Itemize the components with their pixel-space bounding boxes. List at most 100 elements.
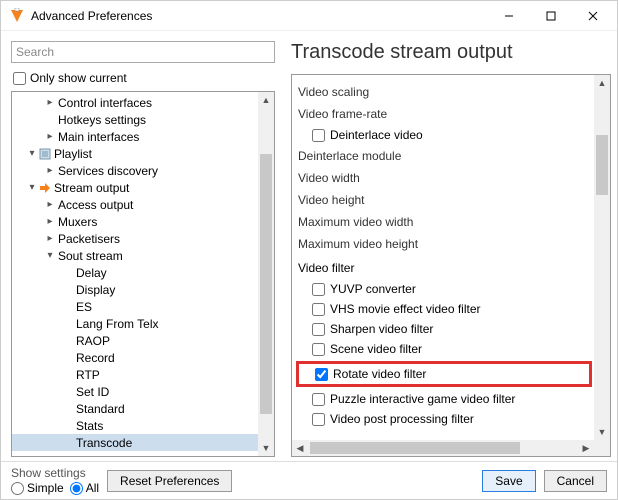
tree-item[interactable]: ES	[12, 298, 274, 315]
only-show-current-checkbox[interactable]	[13, 72, 26, 85]
tree-item-label: RTP	[74, 368, 100, 382]
show-settings-label: Show settings	[11, 466, 99, 480]
titlebar: Advanced Preferences	[1, 1, 617, 31]
option-checkbox-label: Video post processing filter	[330, 412, 474, 426]
option-group-label: Video filter	[296, 257, 592, 279]
minimize-button[interactable]	[491, 1, 533, 31]
tree-item[interactable]: ▸Muxers	[12, 213, 274, 230]
tree-item[interactable]: RTP	[12, 366, 274, 383]
tree-item-label: Main interfaces	[56, 130, 139, 144]
chevron-right-icon: ▸	[44, 165, 56, 176]
tree-item-label: ES	[74, 300, 92, 314]
option-checkbox[interactable]	[312, 343, 325, 356]
window-title: Advanced Preferences	[31, 9, 491, 23]
radio-all[interactable]: All	[70, 481, 99, 495]
panel-scrollbar-v[interactable]: ▲ ▼	[594, 75, 610, 456]
chevron-down-icon: ▾	[44, 250, 56, 261]
tree-item[interactable]: Delay	[12, 264, 274, 281]
option-checkbox-row[interactable]: YUVP converter	[296, 279, 592, 299]
reset-preferences-button[interactable]: Reset Preferences	[107, 470, 232, 492]
option-label: Deinterlace module	[296, 145, 592, 167]
tree-item[interactable]: Set ID	[12, 383, 274, 400]
options-panel: Video scalingVideo frame-rateDeinterlace…	[292, 75, 610, 456]
tree-item-label: Packetisers	[56, 232, 120, 246]
tree-item-label: Services discovery	[56, 164, 158, 178]
panel-scrollbar-h[interactable]: ◀ ▶	[292, 440, 594, 456]
option-label: Video width	[296, 167, 592, 189]
option-label: Maximum video height	[296, 233, 592, 255]
chevron-right-icon: ▸	[44, 131, 56, 142]
chevron-down-icon: ▾	[26, 148, 38, 159]
tree-scrollbar-v[interactable]: ▲ ▼	[258, 92, 274, 456]
preferences-tree[interactable]: ▸Control interfacesHotkeys settings▸Main…	[12, 92, 274, 456]
footer: Show settings Simple All Reset Preferenc…	[1, 461, 617, 499]
tree-item[interactable]: ▾Stream output	[12, 179, 274, 196]
tree-item[interactable]: Stats	[12, 417, 274, 434]
app-icon	[9, 8, 25, 24]
option-label: Video scaling	[296, 81, 592, 103]
tree-item[interactable]: Record	[12, 349, 274, 366]
chevron-right-icon: ▸	[44, 233, 56, 244]
tree-item-label: Muxers	[56, 215, 97, 229]
tree-item-label: Sout stream	[56, 249, 123, 263]
tree-item-label: Control interfaces	[56, 96, 152, 110]
option-checkbox-label: Sharpen video filter	[330, 322, 433, 336]
option-checkbox[interactable]	[315, 368, 328, 381]
tree-item[interactable]: Display	[12, 281, 274, 298]
close-button[interactable]	[575, 1, 617, 31]
tree-item-label: Access output	[56, 198, 133, 212]
tree-item-label: Stats	[74, 419, 103, 433]
stream-icon	[38, 182, 52, 194]
option-checkbox-row[interactable]: VHS movie effect video filter	[296, 299, 592, 319]
option-checkbox[interactable]	[312, 129, 325, 142]
chevron-right-icon: ▸	[44, 97, 56, 108]
tree-item-label: Hotkeys settings	[56, 113, 146, 127]
tree-item[interactable]: RAOP	[12, 332, 274, 349]
tree-item-label: RAOP	[74, 334, 110, 348]
option-checkbox-label: Puzzle interactive game video filter	[330, 392, 515, 406]
option-checkbox-row[interactable]: Rotate video filter	[299, 364, 589, 384]
search-input[interactable]: Search	[11, 41, 275, 63]
option-checkbox-row[interactable]: Scene video filter	[296, 339, 592, 359]
tree-item[interactable]: Standard	[12, 400, 274, 417]
option-checkbox-label: Rotate video filter	[333, 367, 426, 381]
tree-item-label: Display	[74, 283, 115, 297]
tree-item[interactable]: ▸Services discovery	[12, 162, 274, 179]
tree-item[interactable]: ▸Packetisers	[12, 230, 274, 247]
tree-item-label: Record	[74, 351, 115, 365]
option-label: Maximum video width	[296, 211, 592, 233]
option-checkbox-row[interactable]: Puzzle interactive game video filter	[296, 389, 592, 409]
chevron-right-icon: ▸	[44, 199, 56, 210]
tree-item-label: Transcode	[74, 436, 132, 450]
tree-item[interactable]: ▸Main interfaces	[12, 128, 274, 145]
tree-item-label: Set ID	[74, 385, 109, 399]
tree-item[interactable]: ▾ Playlist	[12, 145, 274, 162]
cancel-button[interactable]: Cancel	[544, 470, 607, 492]
save-button[interactable]: Save	[482, 470, 535, 492]
maximize-button[interactable]	[533, 1, 575, 31]
option-checkbox[interactable]	[312, 323, 325, 336]
option-checkbox[interactable]	[312, 283, 325, 296]
option-checkbox-row[interactable]: Deinterlace video	[296, 125, 592, 145]
option-checkbox-label: VHS movie effect video filter	[330, 302, 481, 316]
option-checkbox[interactable]	[312, 413, 325, 426]
option-label: Video frame-rate	[296, 103, 592, 125]
tree-item[interactable]: ▾Sout stream	[12, 247, 274, 264]
tree-item-label: Lang From Telx	[74, 317, 158, 331]
tree-item[interactable]: Hotkeys settings	[12, 111, 274, 128]
radio-simple[interactable]: Simple	[11, 481, 64, 495]
tree-item-label: Playlist	[52, 147, 92, 161]
option-checkbox-row[interactable]: Sharpen video filter	[296, 319, 592, 339]
option-checkbox-label: YUVP converter	[330, 282, 416, 296]
tree-item[interactable]: Lang From Telx	[12, 315, 274, 332]
option-checkbox-label: Scene video filter	[330, 342, 422, 356]
option-checkbox[interactable]	[312, 303, 325, 316]
option-checkbox-row[interactable]: Video post processing filter	[296, 409, 592, 429]
tree-item-label: Delay	[74, 266, 107, 280]
tree-item[interactable]: Transcode	[12, 434, 274, 451]
tree-item[interactable]: ▸Control interfaces	[12, 94, 274, 111]
tree-item-label: Standard	[74, 402, 125, 416]
tree-item[interactable]: ▸Access output	[12, 196, 274, 213]
only-show-current-label: Only show current	[30, 71, 127, 85]
option-checkbox[interactable]	[312, 393, 325, 406]
